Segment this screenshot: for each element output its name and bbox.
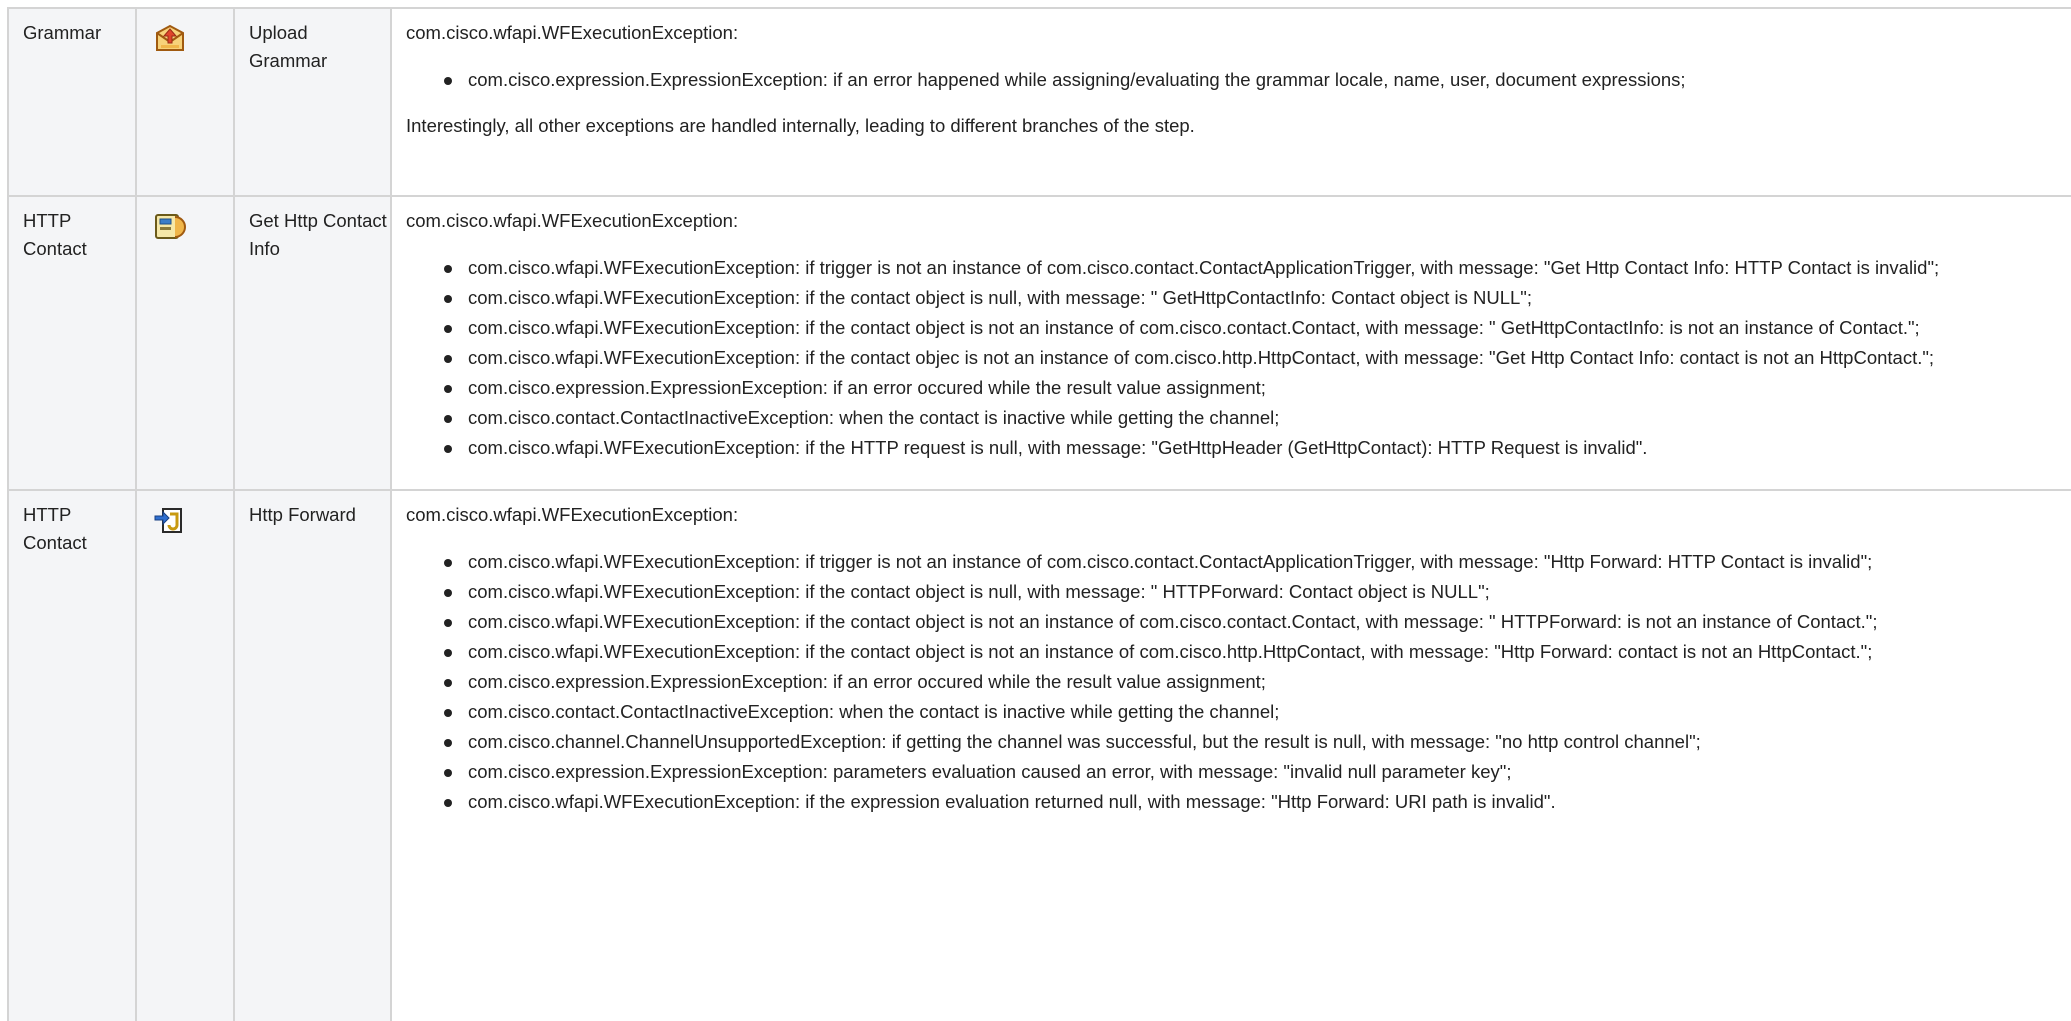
category-label: Grammar xyxy=(23,22,102,43)
icon-cell xyxy=(136,9,235,197)
list-item: com.cisco.expression.ExpressionException… xyxy=(444,66,2071,94)
category-label: HTTP Contact xyxy=(23,210,87,259)
list-item: com.cisco.wfapi.WFExecutionException: if… xyxy=(444,314,2071,342)
exception-intro: com.cisco.wfapi.WFExecutionException: xyxy=(406,504,739,525)
list-item: com.cisco.wfapi.WFExecutionException: if… xyxy=(444,788,2071,816)
list-item: com.cisco.expression.ExpressionException… xyxy=(444,668,2071,696)
http-forward-icon xyxy=(153,505,233,535)
step-name: Get Http Contact Info xyxy=(249,210,387,259)
list-item: com.cisco.wfapi.WFExecutionException: if… xyxy=(444,434,2071,462)
step-cell: Get Http Contact Info xyxy=(234,196,392,491)
description-cell: com.cisco.wfapi.WFExecutionException: co… xyxy=(391,9,2071,197)
list-item: com.cisco.wfapi.WFExecutionException: if… xyxy=(444,254,2071,282)
list-item: com.cisco.expression.ExpressionException… xyxy=(444,758,2071,786)
list-item: com.cisco.expression.ExpressionException… xyxy=(444,374,2071,402)
exception-intro: com.cisco.wfapi.WFExecutionException: xyxy=(406,210,739,231)
list-item: com.cisco.wfapi.WFExecutionException: if… xyxy=(444,578,2071,606)
list-item: com.cisco.channel.ChannelUnsupportedExce… xyxy=(444,728,2071,756)
description-cell: com.cisco.wfapi.WFExecutionException: co… xyxy=(391,490,2071,1021)
get-http-contact-info-icon xyxy=(153,211,233,241)
category-cell: HTTP Contact xyxy=(9,196,137,491)
category-cell: HTTP Contact xyxy=(9,490,137,1021)
table-row: Grammar Upload Grammar com.cisco.wfapi.W… xyxy=(9,9,2071,197)
step-name: Upload Grammar xyxy=(249,22,328,71)
upload-grammar-icon xyxy=(153,23,233,53)
list-item: com.cisco.wfapi.WFExecutionException: if… xyxy=(444,608,2071,636)
list-item: com.cisco.wfapi.WFExecutionException: if… xyxy=(444,548,2071,576)
icon-cell xyxy=(136,196,235,491)
icon-cell xyxy=(136,490,235,1021)
step-cell: Http Forward xyxy=(234,490,392,1021)
table-row: HTTP Contact Get Http Contact Info com.c… xyxy=(9,196,2071,491)
exception-list: com.cisco.wfapi.WFExecutionException: if… xyxy=(406,548,2071,816)
category-label: HTTP Contact xyxy=(23,504,87,553)
exception-note: Interestingly, all other exceptions are … xyxy=(406,115,1195,136)
exception-list: com.cisco.expression.ExpressionException… xyxy=(406,66,2071,94)
exception-list: com.cisco.wfapi.WFExecutionException: if… xyxy=(406,254,2071,462)
category-cell: Grammar xyxy=(9,9,137,197)
list-item: com.cisco.wfapi.WFExecutionException: if… xyxy=(444,344,2071,372)
list-item: com.cisco.contact.ContactInactiveExcepti… xyxy=(444,404,2071,432)
list-item: com.cisco.contact.ContactInactiveExcepti… xyxy=(444,698,2071,726)
description-cell: com.cisco.wfapi.WFExecutionException: co… xyxy=(391,196,2071,491)
step-cell: Upload Grammar xyxy=(234,9,392,197)
exceptions-table: Grammar Upload Grammar com.cisco.wfapi.W… xyxy=(9,9,2071,1021)
step-name: Http Forward xyxy=(249,504,356,525)
exception-intro: com.cisco.wfapi.WFExecutionException: xyxy=(406,22,739,43)
table-row: HTTP Contact Http Forward com.cisco.wfap… xyxy=(9,490,2071,1021)
exceptions-table-container: Grammar Upload Grammar com.cisco.wfapi.W… xyxy=(7,7,2071,1021)
list-item: com.cisco.wfapi.WFExecutionException: if… xyxy=(444,284,2071,312)
list-item: com.cisco.wfapi.WFExecutionException: if… xyxy=(444,638,2071,666)
